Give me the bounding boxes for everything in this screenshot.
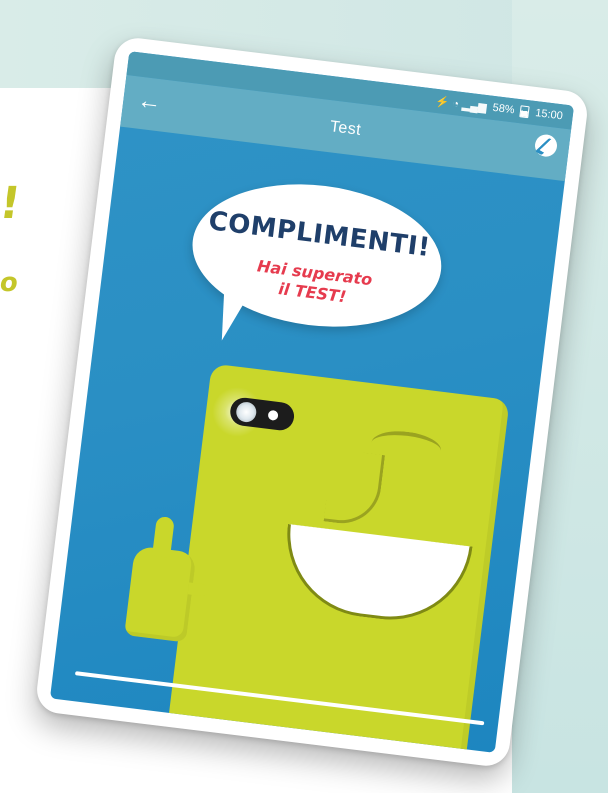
thumbs-up-icon bbox=[124, 545, 197, 643]
page-accent-small: o bbox=[0, 268, 20, 298]
battery-percent: 58% bbox=[491, 101, 516, 117]
page-accent-large: ! bbox=[0, 178, 24, 229]
character-smile bbox=[277, 523, 473, 630]
status-time: 15:00 bbox=[534, 107, 564, 123]
battery-icon bbox=[519, 105, 531, 119]
character-nose bbox=[323, 448, 386, 528]
tablet-screen: ⚡ ◔ ▂▄▆ 58% 15:00 ← Test COMPLIMENTI! Ha… bbox=[49, 51, 575, 753]
speech-bubble-tail bbox=[208, 290, 247, 344]
tablet-device: ⚡ ◔ ▂▄▆ 58% 15:00 ← Test COMPLIMENTI! Ha… bbox=[34, 35, 590, 769]
phone-character-illustration bbox=[159, 363, 510, 753]
page-stage: ! o ⚡ ◔ ▂▄▆ 58% 15:00 ← Test COMPLIMENTI… bbox=[0, 0, 608, 793]
signal-icon: ⚡ ◔ ▂▄▆ bbox=[435, 95, 488, 114]
